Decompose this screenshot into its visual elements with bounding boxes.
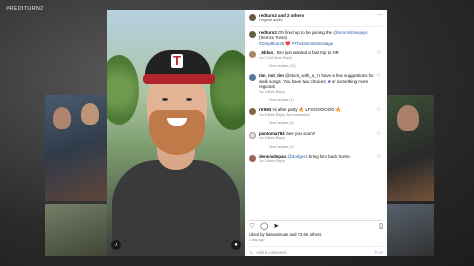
comment-user[interactable]: _6bfan_ bbox=[259, 50, 276, 55]
post-media-video[interactable]: T ♪ ● bbox=[107, 10, 245, 256]
like-heart-icon[interactable]: ♡ bbox=[249, 223, 255, 230]
broadcast-frame: #REDITURN2 T ♪ ● redturn2 and 2 others O… bbox=[0, 0, 474, 266]
caption-text-after: (Xemzs Torss) bbox=[259, 35, 287, 41]
post-comment-button[interactable]: Post bbox=[375, 250, 383, 255]
comment-user[interactable]: pantoma784 bbox=[259, 131, 285, 136]
background-photo-left bbox=[45, 95, 107, 201]
view-replies-link[interactable]: View replies (1) bbox=[269, 145, 315, 150]
comment-text: Hi after party 🔥 LFGOOOOOO 🔥 bbox=[272, 107, 342, 113]
comment-meta: 1w 3 likes Reply bbox=[259, 159, 285, 164]
background-photo-right bbox=[387, 95, 434, 201]
audio-icon[interactable]: ♪ bbox=[111, 240, 121, 250]
comment-meta: 1w 1,544 likes Reply bbox=[259, 55, 292, 60]
comment-item: rtr993 Hi after party 🔥 LFGOOOOOO 🔥 1w 5… bbox=[249, 107, 383, 126]
like-comment-heart-icon[interactable]: ♡ bbox=[377, 131, 381, 137]
comment-item: _6bfan_ Bro just wanted a fast trip to H… bbox=[249, 50, 383, 69]
comment-item: dennisdepau @dodgers bring him back home… bbox=[249, 154, 383, 165]
view-replies-link[interactable]: View replies (15) bbox=[269, 64, 339, 69]
comment-text: bring him back home. bbox=[307, 153, 351, 159]
caption-text-before: Oh fired up to be joining the bbox=[278, 30, 334, 35]
commenter-avatar[interactable] bbox=[249, 74, 256, 82]
post-header: redturn2 and 2 others Original audio ··· bbox=[249, 12, 383, 27]
post-sidebar: redturn2 and 2 others Original audio ···… bbox=[245, 10, 387, 256]
comment-item: tim_not_tim @stunt_with_a_t I have a few… bbox=[249, 73, 383, 103]
share-send-icon[interactable]: ➤ bbox=[273, 223, 279, 230]
commenter-avatar[interactable] bbox=[249, 51, 256, 59]
comment-user[interactable]: rtr993 bbox=[259, 107, 271, 112]
comment-text: Bro just wanted a fast trip to HR bbox=[276, 50, 339, 56]
background-photo-right-lower bbox=[387, 204, 434, 256]
background-photo-left-lower bbox=[45, 204, 107, 256]
caption-avatar[interactable] bbox=[249, 31, 256, 38]
post-caption: redturn2 Oh fired up to be joining the @… bbox=[249, 30, 383, 46]
comment-item: pantoma784 See you soon!! 1w 5 likes Rep… bbox=[249, 131, 383, 150]
caption-hashtags[interactable]: #DirtyBlue26 ❤️ #TheMorsWoEsaage bbox=[259, 41, 383, 46]
comment-user[interactable]: dennisdepau bbox=[259, 154, 286, 159]
author-avatar[interactable] bbox=[249, 14, 256, 21]
view-replies-link[interactable]: View replies (5) bbox=[269, 121, 341, 126]
commenter-avatar[interactable] bbox=[249, 131, 256, 139]
save-bookmark-icon[interactable]: ▯ bbox=[379, 223, 383, 230]
like-comment-heart-icon[interactable]: ♡ bbox=[377, 74, 381, 80]
like-comment-heart-icon[interactable]: ♡ bbox=[377, 154, 381, 160]
comment-user[interactable]: tim_not_tim bbox=[259, 73, 284, 78]
post-actions: ♡ ◯ ➤ ▯ bbox=[249, 220, 383, 230]
view-replies-link[interactable]: View replies (1) bbox=[269, 98, 375, 103]
add-comment-bar: ☺ Add a comment... Post bbox=[249, 246, 383, 255]
broadcast-tag: #REDITURN2 bbox=[6, 6, 44, 12]
instagram-post: T ♪ ● redturn2 and 2 others Original aud… bbox=[107, 10, 387, 256]
caption-author[interactable]: redturn2 bbox=[259, 30, 277, 35]
commenter-avatar[interactable] bbox=[249, 108, 256, 116]
post-timestamp: 1 day ago bbox=[249, 238, 265, 242]
comment-mention[interactable]: @dodgers bbox=[287, 154, 307, 159]
add-comment-input[interactable]: Add a comment... bbox=[256, 250, 289, 255]
more-options-icon[interactable]: ··· bbox=[377, 12, 383, 18]
comment-meta: 1w 3 likes Reply bbox=[259, 89, 285, 94]
likes-count[interactable]: Liked by lainamimute and 73.6K others bbox=[249, 232, 321, 237]
commenter-avatar[interactable] bbox=[249, 154, 256, 162]
tag-icon[interactable]: ● bbox=[231, 240, 241, 250]
cap-logo-icon: T bbox=[171, 54, 183, 68]
comment-text: See you soon!! bbox=[285, 130, 316, 136]
comment-bubble-icon[interactable]: ◯ bbox=[260, 223, 268, 230]
like-comment-heart-icon[interactable]: ♡ bbox=[377, 108, 381, 114]
comment-meta: 1w 5 likes Reply bbox=[259, 136, 285, 141]
comment-meta: 1w 5 likes Reply See translation bbox=[259, 112, 310, 117]
emoji-icon[interactable]: ☺ bbox=[249, 250, 253, 255]
post-audio[interactable]: Original audio bbox=[259, 18, 304, 23]
caption-mention[interactable]: @torontobluejays bbox=[333, 30, 367, 35]
like-comment-heart-icon[interactable]: ♡ bbox=[377, 50, 381, 56]
